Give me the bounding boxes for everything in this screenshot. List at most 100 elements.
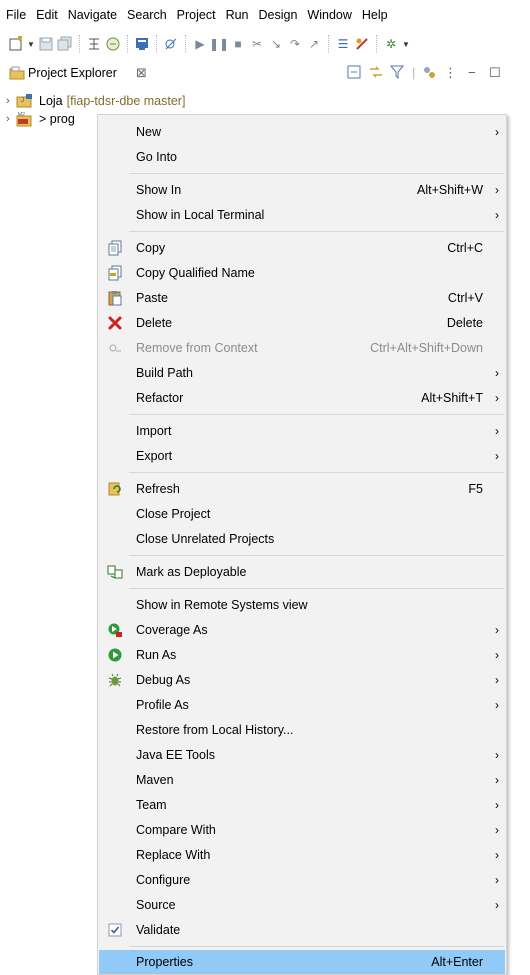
menu-separator — [129, 588, 504, 589]
chevron-down-icon[interactable]: ▼ — [27, 36, 35, 52]
menu-item-copy-qualified-name[interactable]: Copy Qualified Name — [99, 261, 505, 285]
menu-item-configure[interactable]: Configure › — [99, 868, 505, 892]
menu-item-label: Close Unrelated Projects — [136, 532, 275, 546]
menu-item-close-unrelated-projects[interactable]: Close Unrelated Projects — [99, 527, 505, 551]
console-icon[interactable] — [134, 36, 150, 52]
collapse-all-icon[interactable] — [347, 65, 361, 82]
menu-item-properties[interactable]: Properties Alt+Enter — [99, 950, 505, 974]
save-icon[interactable] — [38, 36, 54, 52]
menu-item-coverage-as[interactable]: Coverage As › — [99, 618, 505, 642]
close-icon[interactable]: ⊠ — [136, 65, 147, 81]
menu-design[interactable]: Design — [254, 0, 303, 30]
menu-item-delete[interactable]: Delete Delete — [99, 311, 505, 335]
menu-item-close-project[interactable]: Close Project — [99, 502, 505, 526]
toolbar-separator — [328, 35, 329, 53]
project-explorer-tab[interactable]: Project Explorer ⊠ | ⋮ − ☐ — [0, 63, 530, 85]
menu-item-export[interactable]: Export › — [99, 444, 505, 468]
menu-item-go-into[interactable]: Go Into — [99, 145, 505, 169]
menu-item-refresh[interactable]: Refresh F5 — [99, 477, 505, 501]
menu-item-copy[interactable]: Copy Ctrl+C — [99, 236, 505, 260]
menu-item-label: Build Path — [136, 366, 193, 380]
tree-item-prog[interactable]: › M2 > prog — [0, 110, 75, 128]
open-type-icon[interactable] — [105, 36, 121, 52]
menu-item-debug-as[interactable]: Debug As › — [99, 668, 505, 692]
step-into-icon[interactable]: ↘ — [268, 36, 284, 52]
debug-bug-icon[interactable]: ✲ — [383, 36, 399, 52]
menu-item-import[interactable]: Import › — [99, 419, 505, 443]
folder-icon — [9, 66, 25, 80]
submenu-arrow-icon: › — [495, 848, 499, 862]
expand-icon[interactable]: › — [6, 95, 16, 107]
menu-item-label: Refactor — [136, 391, 184, 405]
menu-item-show-in-local-terminal[interactable]: Show in Local Terminal › — [99, 203, 505, 227]
profile-icon[interactable] — [354, 36, 370, 52]
step-over-icon[interactable]: ↷ — [287, 36, 303, 52]
main-toolbar: ▼ ▶ ❚❚ ■ ✂ ↘ ↷ ↗ ☰ ✲ ▼ — [0, 30, 530, 58]
menu-item-refactor[interactable]: Refactor Alt+Shift+T › — [99, 386, 505, 410]
menu-item-label: Java EE Tools — [136, 748, 215, 762]
menu-item-label: Refresh — [136, 482, 180, 496]
svg-text:M2: M2 — [18, 112, 25, 118]
menu-help[interactable]: Help — [357, 0, 393, 30]
menu-item-label: Team — [136, 798, 167, 812]
menu-item-label: Properties — [136, 955, 193, 969]
menu-project[interactable]: Project — [172, 0, 221, 30]
focus-task-icon[interactable] — [422, 65, 436, 82]
menu-item-label: Close Project — [136, 507, 211, 521]
new-wizard-icon[interactable] — [8, 36, 24, 52]
expand-icon[interactable]: › — [6, 113, 16, 125]
menu-item-validate[interactable]: Validate — [99, 918, 505, 942]
menu-item-mark-as-deployable[interactable]: Mark as Deployable — [99, 560, 505, 584]
menu-item-replace-with[interactable]: Replace With › — [99, 843, 505, 867]
menu-edit[interactable]: Edit — [31, 0, 63, 30]
menu-item-compare-with[interactable]: Compare With › — [99, 818, 505, 842]
disconnect-icon[interactable]: ✂ — [249, 36, 265, 52]
submenu-arrow-icon: › — [495, 424, 499, 438]
submenu-arrow-icon: › — [495, 798, 499, 812]
svg-text:J: J — [21, 98, 24, 104]
menu-item-label: Show In — [136, 183, 182, 197]
use-step-filters-icon[interactable]: ☰ — [335, 36, 351, 52]
menu-item-show-in-remote-systems-view[interactable]: Show in Remote Systems view — [99, 593, 505, 617]
menu-item-java-ee-tools[interactable]: Java EE Tools › — [99, 743, 505, 767]
menu-search[interactable]: Search — [122, 0, 172, 30]
menu-item-profile-as[interactable]: Profile As › — [99, 693, 505, 717]
skip-breakpoints-icon[interactable] — [163, 36, 179, 52]
menu-navigate[interactable]: Navigate — [63, 0, 122, 30]
menu-item-new[interactable]: New › — [99, 120, 505, 144]
menu-item-maven[interactable]: Maven › — [99, 768, 505, 792]
resume-icon[interactable]: ▶ — [192, 36, 208, 52]
menu-item-build-path[interactable]: Build Path › — [99, 361, 505, 385]
suspend-icon[interactable]: ❚❚ — [209, 36, 229, 52]
minimize-icon[interactable]: − — [468, 65, 476, 80]
menu-item-label: Copy Qualified Name — [136, 266, 255, 280]
step-return-icon[interactable]: ↗ — [306, 36, 322, 52]
menu-item-team[interactable]: Team › — [99, 793, 505, 817]
view-menu-icon[interactable]: ⋮ — [444, 65, 457, 81]
terminate-icon[interactable]: ■ — [230, 36, 246, 52]
save-all-icon[interactable] — [57, 36, 73, 52]
maven-project-icon: J — [16, 93, 34, 109]
menu-item-show-in[interactable]: Show In Alt+Shift+W › — [99, 178, 505, 202]
menu-item-label: Maven — [136, 773, 174, 787]
menu-item-restore-from-local-history[interactable]: Restore from Local History... — [99, 718, 505, 742]
filter-icon[interactable] — [389, 65, 405, 82]
maximize-icon[interactable]: ☐ — [489, 65, 501, 81]
menu-item-accelerator: Delete — [446, 316, 483, 330]
menu-item-label: New — [136, 125, 162, 139]
debug-bug-icon — [107, 672, 123, 688]
menu-item-source[interactable]: Source › — [99, 893, 505, 917]
chevron-down-icon[interactable]: ▼ — [402, 36, 410, 52]
menu-item-paste[interactable]: Paste Ctrl+V — [99, 286, 505, 310]
menu-item-accelerator: Alt+Shift+W — [417, 183, 483, 197]
tree-structure-icon[interactable] — [86, 36, 102, 52]
tree-item-loja[interactable]: › J Loja [fiap-tdsr-dbe master] — [0, 92, 185, 110]
menu-item-run-as[interactable]: Run As › — [99, 643, 505, 667]
menu-file[interactable]: File — [0, 0, 31, 30]
menu-item-remove-from-context[interactable]: Remove from Context Ctrl+Alt+Shift+Down — [99, 336, 505, 360]
submenu-arrow-icon: › — [495, 183, 499, 197]
menu-separator — [129, 231, 504, 232]
menu-window[interactable]: Window — [302, 0, 356, 30]
link-with-editor-icon[interactable] — [368, 65, 384, 82]
menu-run[interactable]: Run — [221, 0, 254, 30]
